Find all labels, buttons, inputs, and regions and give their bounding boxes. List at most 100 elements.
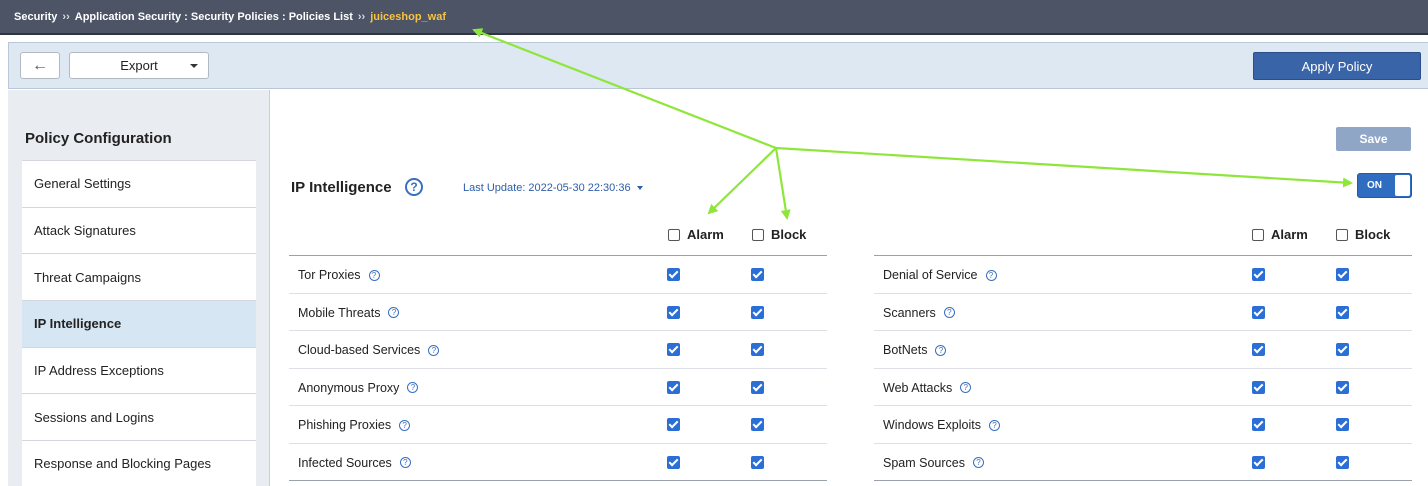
sidebar-nav: General Settings Attack Signatures Threat … [22,160,256,486]
category-label: Anonymous Proxy [298,380,400,395]
breadcrumb-separator: ›› [357,10,366,23]
alarm-checkbox[interactable] [667,343,680,356]
category-label: Windows Exploits [883,418,981,432]
alarm-header-label: Alarm [1271,227,1308,242]
help-icon[interactable]: ? [985,269,997,281]
checkbox-box [1252,228,1264,241]
save-button[interactable]: Save [1336,127,1411,151]
chevron-down-icon [636,186,643,191]
page-title: IP Intelligence [291,179,392,196]
ip-intelligence-toggle[interactable]: ON [1357,173,1412,198]
export-label: Export [120,58,158,73]
page: Security ›› Application Security : Secur… [0,0,1428,486]
help-icon[interactable]: ? [988,419,1000,431]
last-update-dropdown[interactable]: Last Update: 2022-05-30 22:30:36 [463,182,643,194]
table-row: Infected Sources? [289,444,827,481]
block-checkbox[interactable] [751,455,764,469]
table-row: Anonymous Proxy? [289,369,827,406]
alarm-checkbox[interactable] [1252,455,1265,469]
alarm-checkbox[interactable] [1252,418,1265,431]
category-label: Denial of Service [883,268,978,282]
help-icon[interactable]: ? [407,382,419,393]
back-button[interactable]: ← [20,52,60,79]
alarm-checkbox[interactable] [1252,380,1265,394]
sidebar-item-sessions-and-logins[interactable]: Sessions and Logins [22,393,256,441]
table-row: Mobile Threats? [289,294,827,331]
toggle-knob [1395,175,1410,196]
sidebar-item-ip-intelligence[interactable]: IP Intelligence [22,300,256,347]
table-row: Scanners? [874,294,1412,331]
table-row: Tor Proxies? [289,256,827,294]
category-name: Phishing Proxies? [298,418,411,432]
alarm-all-checkbox-right[interactable]: Alarm [1252,227,1308,242]
alarm-checkbox[interactable] [667,418,680,431]
block-checkbox[interactable] [1336,418,1349,431]
alarm-checkbox[interactable] [667,268,680,281]
export-dropdown[interactable]: Export [69,52,209,79]
category-name: Web Attacks? [883,381,972,395]
block-checkbox[interactable] [751,305,764,319]
help-icon[interactable]: ? [943,307,955,318]
alarm-checkbox[interactable] [1252,268,1265,281]
sidebar-item-ip-address-exceptions[interactable]: IP Address Exceptions [22,346,256,394]
sidebar-item-threat-campaigns[interactable]: Threat Campaigns [22,253,256,301]
block-checkbox[interactable] [751,343,764,356]
help-icon[interactable]: ? [399,457,411,468]
help-icon[interactable]: ? [399,419,411,431]
alarm-checkbox[interactable] [1252,343,1265,356]
alarm-checkbox[interactable] [667,455,680,469]
breadcrumb: Security ›› Application Security : Secur… [0,0,1428,35]
arrow-left-icon: ← [32,56,48,74]
sidebar-title: Policy Configuration [25,130,172,147]
category-label: Phishing Proxies [298,418,392,432]
breadcrumb-item-security[interactable]: Security [14,11,57,23]
block-all-checkbox[interactable]: Block [752,227,806,242]
category-name: Infected Sources? [298,456,411,470]
sidebar-item-response-and-blocking-pages[interactable]: Response and Blocking Pages [22,440,256,486]
help-icon[interactable]: ? [428,344,440,356]
table-row: Web Attacks? [874,369,1412,406]
help-icon[interactable]: ? [935,344,947,356]
block-header-label: Block [1355,227,1391,242]
alarm-checkbox[interactable] [667,305,680,319]
alarm-checkbox[interactable] [1252,305,1265,319]
category-name: Spam Sources? [883,456,984,470]
category-name: Tor Proxies? [298,268,380,282]
breadcrumb-item-current-policy[interactable]: juiceshop_waf [370,11,446,23]
category-name: Anonymous Proxy? [298,380,419,395]
annotation-arrow [707,147,777,215]
help-icon[interactable]: ? [388,307,400,318]
table-row: Phishing Proxies? [289,406,827,444]
block-checkbox[interactable] [1336,268,1349,281]
breadcrumb-item-policies-list[interactable]: Application Security : Security Policies… [75,11,353,23]
alarm-all-checkbox[interactable]: Alarm [668,227,724,242]
table-row: Spam Sources? [874,444,1412,481]
help-icon[interactable]: ? [960,382,972,393]
breadcrumb-separator: ›› [62,10,70,23]
block-checkbox[interactable] [1336,305,1349,319]
category-label: Infected Sources [298,455,392,470]
help-icon[interactable]: ? [405,178,423,196]
toolbar: ← Export Apply Policy [8,42,1428,89]
category-label: Cloud-based Services [298,343,421,357]
block-checkbox[interactable] [751,418,764,431]
table-row: Windows Exploits? [874,406,1412,444]
help-icon[interactable]: ? [972,457,984,468]
block-checkbox[interactable] [1336,455,1349,469]
alarm-header-label: Alarm [687,227,724,242]
block-checkbox[interactable] [751,380,764,394]
help-icon[interactable]: ? [368,269,380,281]
checkbox-box [1336,228,1348,241]
block-checkbox[interactable] [1336,343,1349,356]
category-label: Mobile Threats [298,305,381,320]
block-checkbox[interactable] [751,268,764,281]
sidebar-item-general-settings[interactable]: General Settings [22,160,256,207]
table-row: Cloud-based Services? [289,331,827,369]
ip-categories-table-right: Denial of Service? Scanners? BotNets? Web A… [874,255,1412,481]
alarm-checkbox[interactable] [667,380,680,394]
sidebar-item-attack-signatures[interactable]: Attack Signatures [22,206,256,254]
block-checkbox[interactable] [1336,380,1349,394]
block-all-checkbox-right[interactable]: Block [1336,227,1390,242]
ip-categories-table-left: Tor Proxies? Mobile Threats? Cloud-based S… [289,255,827,481]
apply-policy-button[interactable]: Apply Policy [1253,52,1421,80]
